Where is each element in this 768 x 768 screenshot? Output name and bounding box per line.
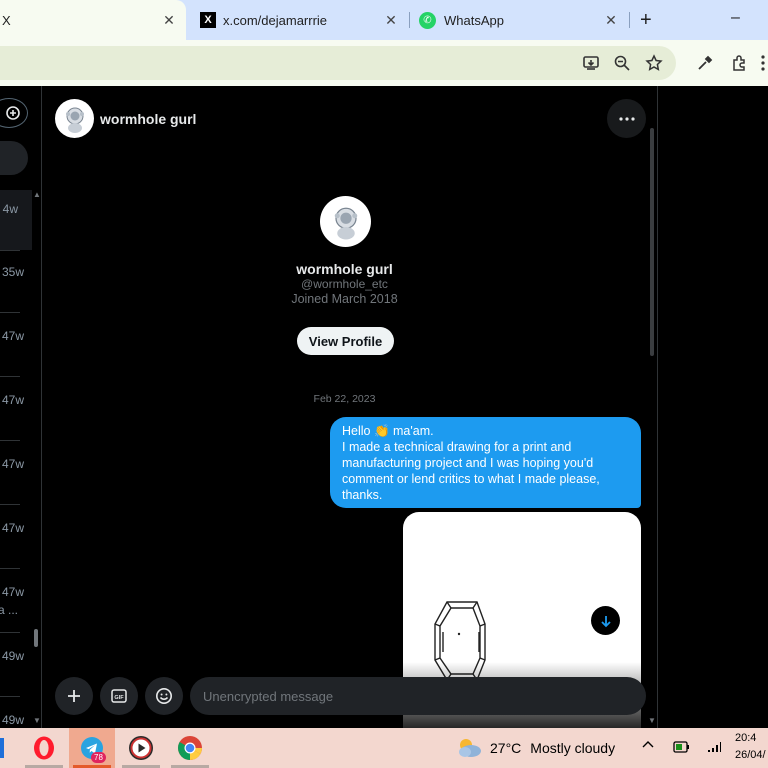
new-message-button[interactable] (0, 98, 28, 128)
conversation-time: 4w (2, 202, 18, 216)
close-tab-icon[interactable]: ✕ (382, 11, 400, 29)
plus-icon (68, 690, 80, 702)
conversation-list-scrollbar[interactable] (34, 629, 38, 647)
conversation-time: 49w (1, 649, 24, 663)
emoji-icon (156, 688, 172, 704)
scroll-to-bottom-button[interactable] (591, 606, 620, 635)
conversation-list-item[interactable]: 35w (0, 251, 42, 311)
whatsapp-icon: ✆ (419, 11, 436, 29)
temperature-label: 27°C (490, 740, 522, 756)
message-text: I made a technical drawing for a print a… (342, 440, 600, 502)
cloudy-weather-icon (459, 739, 481, 757)
browser-menu-icon[interactable] (757, 52, 768, 74)
conversation-list-item[interactable]: 47w a ... (0, 569, 42, 632)
add-media-button[interactable] (55, 677, 93, 715)
address-bar[interactable] (0, 46, 676, 80)
x-logo-icon: X (200, 12, 216, 28)
tab-profile[interactable]: X x.com/dejamarrrie ✕ (190, 0, 408, 40)
chrome-icon (178, 736, 202, 760)
conversation-list-item[interactable]: 47w (0, 441, 42, 504)
close-tab-icon[interactable]: ✕ (602, 11, 620, 29)
weather-condition-label: Mostly cloudy (530, 740, 616, 756)
astronaut-avatar-icon (65, 107, 84, 133)
conversation-time: 47w (1, 457, 24, 471)
browser-toolbar (0, 40, 768, 86)
bookmark-star-icon[interactable] (643, 52, 665, 74)
conversation-time: 47w (1, 585, 24, 599)
clock[interactable]: 20:4 26/04/ (735, 730, 768, 766)
extensions-icon[interactable] (729, 52, 751, 74)
telegram-unread-badge: 78 (91, 752, 106, 763)
new-message-icon (6, 106, 20, 120)
play-icon (129, 736, 153, 760)
conversation-pane: wormhole gurl wormhole gurl @wormhole_et… (43, 86, 658, 728)
conversation-list-item[interactable]: 47w (0, 377, 42, 440)
eyedropper-icon[interactable] (694, 52, 716, 74)
conversation-time: 35w (1, 265, 24, 279)
tab-separator (629, 12, 630, 28)
windows-taskbar: 78 27°C Mostly cloudy 20:4 26/04/ (0, 728, 768, 768)
x-messages-page: 4w 35w 47w 47w 47w 47w 47w a ... 49w 49w… (0, 86, 768, 728)
clock-date: 26/04/ (735, 749, 766, 761)
conversation-time: 49w (1, 713, 24, 727)
taskbar-left-edge-icon[interactable] (0, 738, 4, 758)
weather-widget[interactable]: 27°C Mostly cloudy (455, 728, 625, 768)
conversation-list-item[interactable]: 47w (0, 313, 42, 376)
wifi-icon[interactable] (706, 740, 722, 759)
battery-icon[interactable] (673, 740, 691, 759)
view-profile-button[interactable]: View Profile (297, 327, 394, 355)
profile-handle: @wormhole_etc (301, 277, 388, 291)
profile-joined-date: Joined March 2018 (291, 292, 398, 306)
sent-message-bubble[interactable]: Hello 👏 ma'am. I made a technical drawin… (330, 417, 641, 508)
tab-x[interactable]: X ✕ (0, 0, 186, 40)
message-input-placeholder: Unencrypted message (203, 688, 334, 704)
conversation-list-item[interactable]: 4w (0, 190, 42, 250)
new-tab-button[interactable]: + (640, 9, 652, 32)
telegram-app-button[interactable]: 78 (69, 728, 115, 768)
conversation-time: 47w (1, 393, 24, 407)
opera-app-button[interactable] (21, 728, 67, 768)
opera-icon (34, 736, 54, 760)
emoji-button[interactable] (145, 677, 183, 715)
close-tab-icon[interactable]: ✕ (160, 11, 178, 29)
conversation-time: 47w (1, 329, 24, 343)
media-player-app-button[interactable] (118, 728, 164, 768)
arrow-down-icon (600, 615, 611, 627)
install-app-icon[interactable] (580, 52, 602, 74)
minimize-window-button[interactable]: – (731, 9, 740, 27)
search-direct-messages[interactable] (0, 141, 28, 175)
date-divider: Feb 22, 2023 (313, 393, 376, 405)
show-hidden-icons-chevron-icon[interactable] (641, 738, 655, 757)
profile-name: wormhole gurl (296, 261, 393, 277)
scroll-down-arrow-icon[interactable]: ▼ (33, 716, 41, 725)
gif-button[interactable]: GIF (100, 677, 138, 715)
chrome-app-button[interactable] (167, 728, 213, 768)
scroll-up-arrow-icon[interactable]: ▲ (33, 190, 41, 199)
chat-scrollbar[interactable] (650, 128, 654, 356)
conversation-list-item[interactable]: 47w (0, 505, 42, 568)
browser-tab-strip: X ✕ X x.com/dejamarrrie ✕ ✆ WhatsApp ✕ +… (0, 0, 768, 40)
zoom-out-icon[interactable] (611, 52, 633, 74)
svg-text:GIF: GIF (114, 695, 124, 701)
message-greeting: Hello 👏 ma'am. (342, 424, 434, 438)
conversation-info-button[interactable] (607, 99, 646, 138)
tab-title: X (2, 12, 11, 28)
tab-title: x.com/dejamarrrie (223, 12, 328, 28)
clock-time: 20:4 (735, 732, 757, 744)
gif-icon: GIF (111, 689, 127, 703)
conversation-time: 47w (1, 521, 24, 535)
conversation-list: 4w 35w 47w 47w 47w 47w 47w a ... 49w 49w… (0, 86, 42, 728)
astronaut-avatar-icon (334, 207, 357, 239)
tab-title: WhatsApp (444, 12, 504, 28)
tab-whatsapp[interactable]: ✆ WhatsApp ✕ (410, 0, 628, 40)
profile-avatar[interactable] (320, 196, 371, 247)
right-empty-panel (659, 86, 768, 728)
header-avatar[interactable] (55, 99, 94, 138)
more-options-icon (618, 116, 635, 121)
conversation-title[interactable]: wormhole gurl (100, 111, 196, 127)
message-input[interactable]: Unencrypted message (190, 677, 646, 715)
scroll-down-arrow-icon[interactable]: ▼ (648, 716, 656, 725)
conversation-snippet: a ... (0, 603, 18, 617)
